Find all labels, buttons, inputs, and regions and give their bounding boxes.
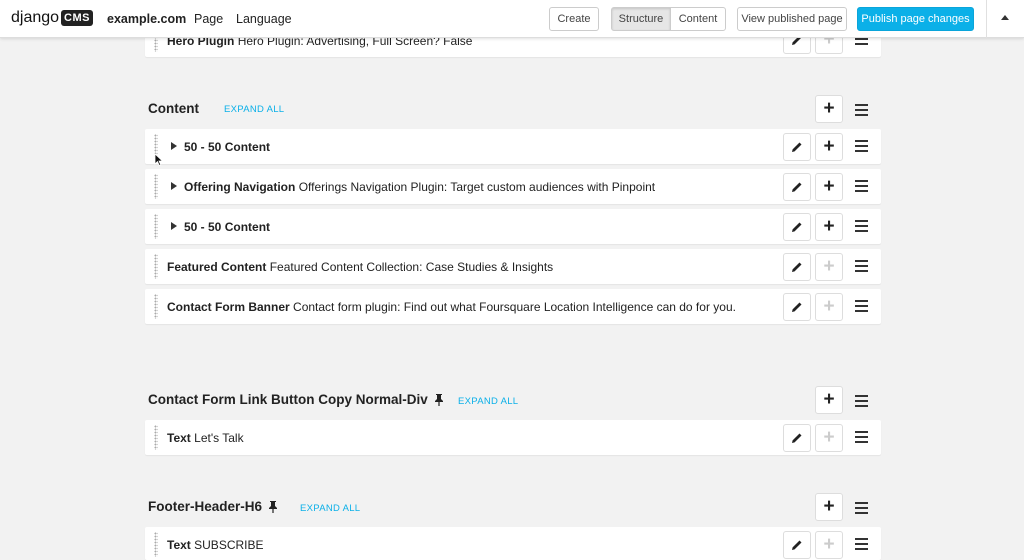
- plugin-description: Let's Talk: [194, 431, 244, 445]
- plugin-name: Contact Form Banner: [167, 300, 290, 314]
- plugin-description: Featured Content Collection: Case Studie…: [269, 260, 554, 274]
- structure-mode-button[interactable]: Structure: [611, 7, 671, 31]
- plus-icon: +: [823, 534, 835, 555]
- plugin-description: Offerings Navigation Plugin: Target cust…: [298, 180, 656, 194]
- hamburger-menu-icon[interactable]: [855, 538, 868, 550]
- plus-icon: +: [823, 176, 835, 197]
- plus-icon: +: [823, 389, 835, 410]
- pin-icon: [269, 500, 278, 513]
- pencil-icon: [792, 182, 802, 192]
- plugin-description: Contact form plugin: Find out what Fours…: [293, 300, 736, 314]
- plugin-name: Text: [167, 538, 191, 552]
- site-menu[interactable]: example.com: [107, 12, 186, 26]
- expand-all-link[interactable]: EXPAND ALL: [224, 104, 284, 115]
- drag-handle-icon[interactable]: [154, 214, 158, 239]
- drag-handle-icon[interactable]: [154, 425, 158, 450]
- plugin-name: Featured Content: [167, 260, 267, 274]
- add-plugin-button[interactable]: +: [815, 133, 843, 161]
- plugin-name: Offering Navigation: [184, 180, 296, 194]
- plugin-row[interactable]: Text SUBSCRIBE +: [145, 527, 881, 560]
- plus-icon: +: [823, 496, 835, 517]
- add-plugin-button[interactable]: +: [815, 173, 843, 201]
- hamburger-menu-icon[interactable]: [855, 220, 868, 232]
- plugin-row[interactable]: 50 - 50 Content +: [145, 209, 881, 244]
- add-plugin-button: +: [815, 253, 843, 281]
- expand-all-link[interactable]: EXPAND ALL: [300, 503, 360, 514]
- hamburger-menu-icon[interactable]: [855, 260, 868, 272]
- publish-button[interactable]: Publish page changes: [857, 7, 974, 31]
- edit-button[interactable]: [783, 173, 811, 201]
- cms-toolbar: django CMS example.com Page Language Cre…: [0, 0, 1024, 38]
- drag-handle-icon[interactable]: [154, 254, 158, 279]
- hamburger-menu-icon[interactable]: [855, 140, 868, 152]
- hamburger-menu-icon[interactable]: [855, 180, 868, 192]
- plus-icon: +: [823, 256, 835, 277]
- add-plugin-button[interactable]: +: [815, 386, 843, 414]
- pencil-icon: [792, 433, 802, 443]
- hamburger-menu-icon[interactable]: [855, 395, 868, 407]
- pencil-icon: [792, 142, 802, 152]
- edit-button[interactable]: [783, 293, 811, 321]
- edit-button[interactable]: [783, 531, 811, 559]
- expand-arrow-icon[interactable]: [171, 142, 177, 150]
- pencil-icon: [792, 262, 802, 272]
- hamburger-menu-icon[interactable]: [855, 104, 868, 116]
- pin-icon: [434, 393, 443, 406]
- expand-arrow-icon[interactable]: [171, 182, 177, 190]
- page-menu[interactable]: Page: [194, 12, 223, 26]
- hamburger-menu-icon[interactable]: [855, 431, 868, 443]
- add-plugin-button[interactable]: +: [815, 213, 843, 241]
- plus-icon: +: [823, 427, 835, 448]
- edit-button[interactable]: [783, 213, 811, 241]
- hamburger-menu-icon[interactable]: [855, 300, 868, 312]
- create-button[interactable]: Create: [549, 7, 599, 31]
- logo-badge: CMS: [61, 10, 93, 26]
- plugin-row[interactable]: Featured Content Featured Content Collec…: [145, 249, 881, 284]
- add-plugin-button[interactable]: +: [815, 493, 843, 521]
- placeholder-title-contact-link: Contact Form Link Button Copy Normal-Div: [148, 392, 444, 407]
- plugin-description: SUBSCRIBE: [194, 538, 264, 552]
- drag-handle-icon[interactable]: [154, 174, 158, 199]
- plugin-name: 50 - 50 Content: [184, 140, 271, 154]
- plus-icon: +: [823, 296, 835, 317]
- plugin-name: 50 - 50 Content: [184, 220, 271, 234]
- expand-arrow-icon[interactable]: [171, 222, 177, 230]
- add-plugin-button[interactable]: +: [815, 95, 843, 123]
- placeholder-title-content: Content: [148, 101, 199, 116]
- pencil-icon: [792, 302, 802, 312]
- drag-handle-icon[interactable]: [154, 532, 158, 557]
- plus-icon: +: [823, 216, 835, 237]
- logo-text: django: [11, 9, 60, 26]
- toolbar-divider: [986, 0, 987, 38]
- language-menu[interactable]: Language: [236, 12, 292, 26]
- plus-icon: +: [823, 136, 835, 157]
- expand-all-link[interactable]: EXPAND ALL: [458, 396, 518, 407]
- content-mode-button[interactable]: Content: [670, 7, 726, 31]
- plugin-name: Text: [167, 431, 191, 445]
- plugin-row[interactable]: Offering Navigation Offerings Navigation…: [145, 169, 881, 204]
- hamburger-menu-icon[interactable]: [855, 502, 868, 514]
- placeholder-title-footer: Footer-Header-H6: [148, 499, 278, 514]
- edit-button[interactable]: [783, 133, 811, 161]
- mouse-cursor-icon: [154, 153, 164, 167]
- pencil-icon: [792, 540, 802, 550]
- pencil-icon: [792, 222, 802, 232]
- plugin-row[interactable]: 50 - 50 Content +: [145, 129, 881, 164]
- plugin-row[interactable]: Contact Form Banner Contact form plugin:…: [145, 289, 881, 324]
- edit-button[interactable]: [783, 253, 811, 281]
- drag-handle-icon[interactable]: [154, 294, 158, 319]
- plugin-row[interactable]: Text Let's Talk +: [145, 420, 881, 455]
- add-plugin-button: +: [815, 424, 843, 452]
- collapse-toolbar-icon[interactable]: [1001, 15, 1009, 20]
- django-cms-logo[interactable]: django CMS: [11, 9, 93, 27]
- edit-button[interactable]: [783, 424, 811, 452]
- plus-icon: +: [823, 98, 835, 119]
- add-plugin-button: +: [815, 293, 843, 321]
- view-published-button[interactable]: View published page: [737, 7, 847, 31]
- add-plugin-button: +: [815, 531, 843, 559]
